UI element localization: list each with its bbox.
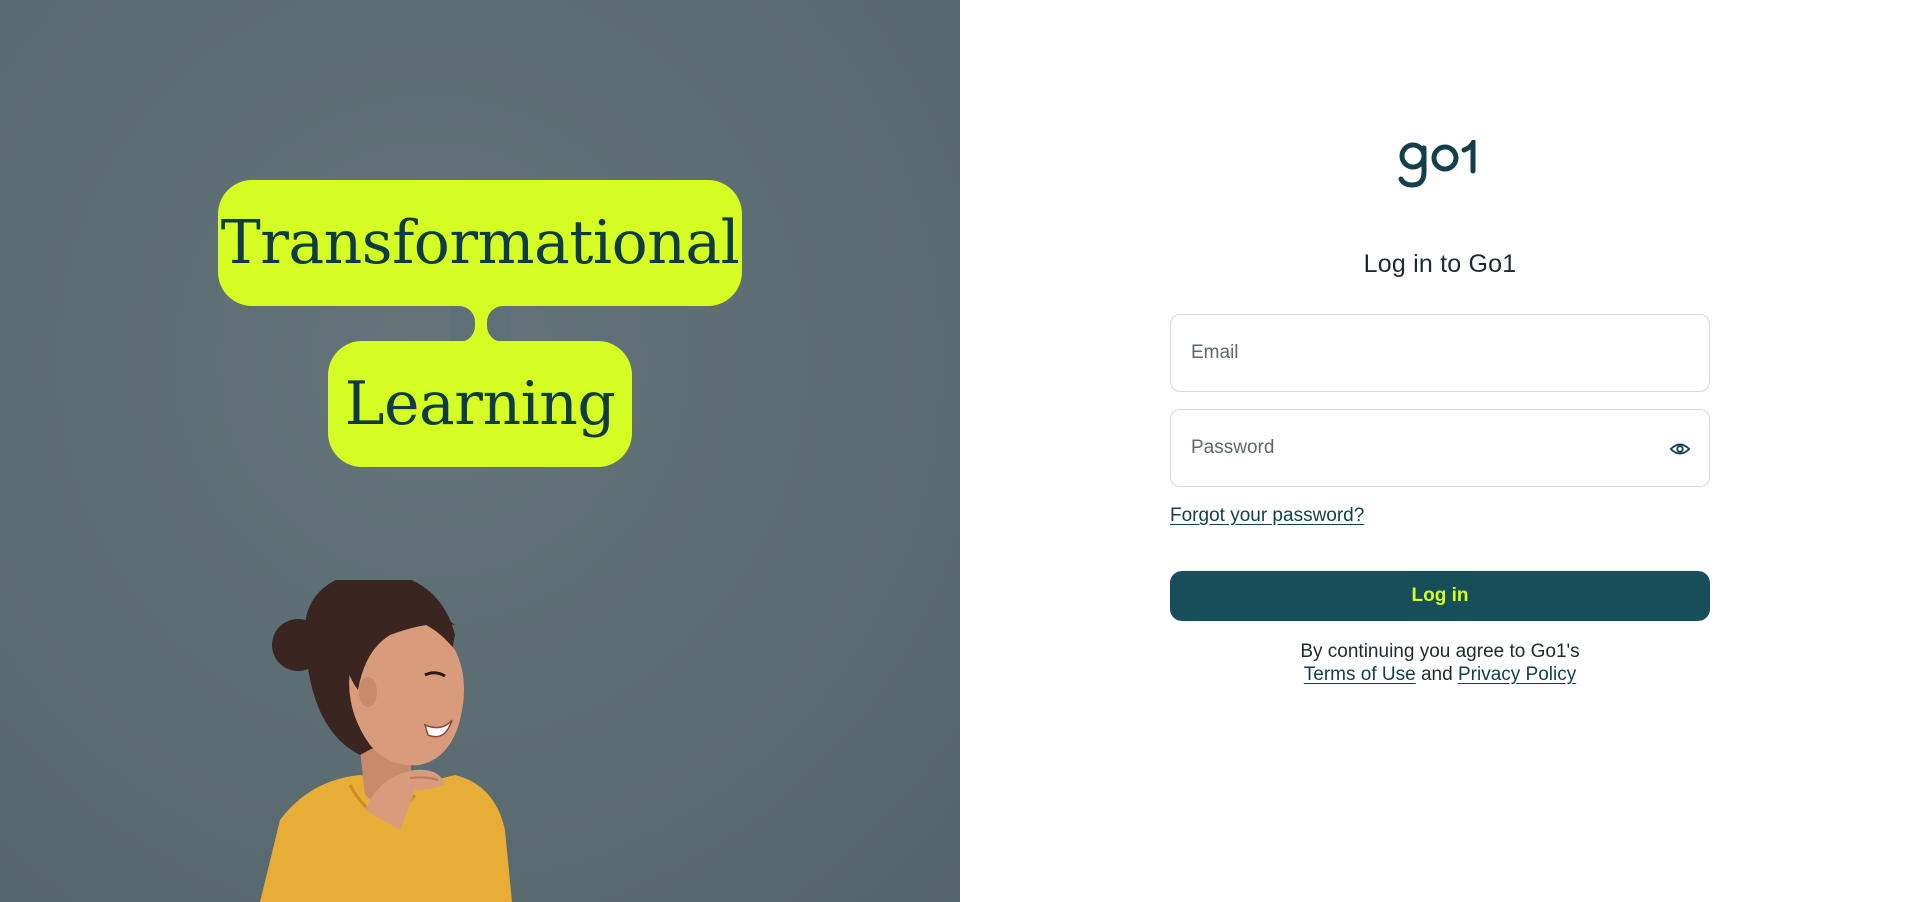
login-page: Transformational Learning Log in to Go1 … <box>0 0 1920 902</box>
login-button[interactable]: Log in <box>1170 571 1710 621</box>
woman-photo <box>260 580 512 902</box>
login-panel: Log in to Go1 Forgot your password? Log … <box>960 0 1920 902</box>
email-field-container <box>1170 314 1710 392</box>
page-title: Log in to Go1 <box>1363 250 1517 278</box>
password-field-container <box>1170 409 1710 487</box>
forgot-password-link[interactable]: Forgot your password? <box>1170 505 1364 527</box>
legal-conjunction: and <box>1420 664 1453 685</box>
bubble-connector-cut-right <box>487 306 511 342</box>
go1-logo-icon <box>1398 140 1476 188</box>
password-input[interactable] <box>1171 410 1709 486</box>
email-input[interactable] <box>1171 315 1709 391</box>
go1-logo <box>960 140 1920 197</box>
legal-prefix: By continuing you agree to Go1's <box>1300 641 1580 662</box>
eye-icon[interactable] <box>1669 438 1691 460</box>
legal-notice: By continuing you agree to Go1's Terms o… <box>960 640 1920 686</box>
hero-bubble-top: Transformational <box>218 180 742 306</box>
terms-of-use-link[interactable]: Terms of Use <box>1304 664 1416 685</box>
hero-panel: Transformational Learning <box>0 0 960 902</box>
hero-bubble-bottom: Learning <box>328 341 632 467</box>
privacy-policy-link[interactable]: Privacy Policy <box>1458 664 1576 685</box>
